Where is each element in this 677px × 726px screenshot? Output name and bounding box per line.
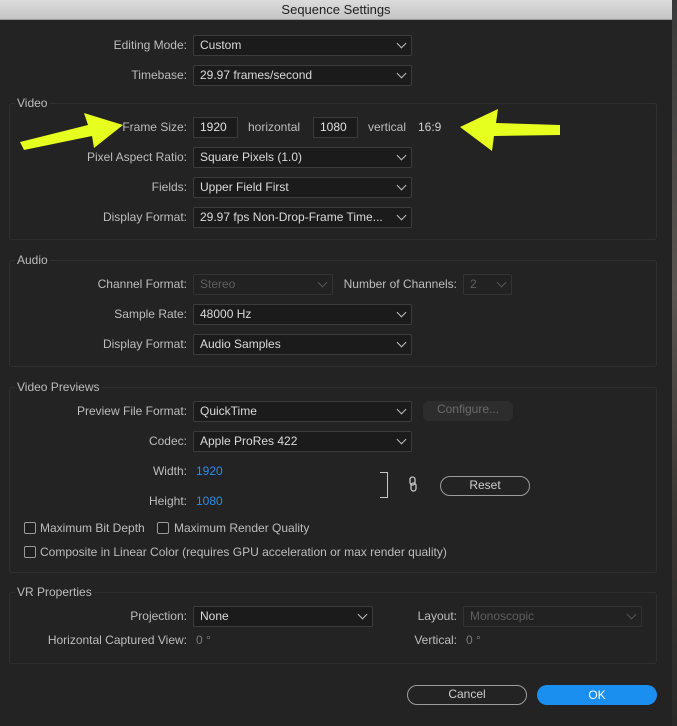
pixel-aspect-ratio-dropdown[interactable]: Square Pixels (1.0) xyxy=(193,147,412,168)
sample-rate-value: 48000 Hz xyxy=(200,307,252,321)
timebase-label: Timebase: xyxy=(131,68,187,82)
timebase-value: 29.97 frames/second xyxy=(200,68,313,82)
projection-label: Projection: xyxy=(130,609,187,623)
chevron-down-icon xyxy=(317,277,328,288)
projection-value: None xyxy=(200,609,229,623)
codec-dropdown[interactable]: Apple ProRes 422 xyxy=(193,431,412,452)
vr-properties-group xyxy=(9,592,657,664)
window-title: Sequence Settings xyxy=(0,0,672,20)
channel-format-dropdown[interactable]: Stereo xyxy=(193,274,333,295)
audio-display-format-label: Display Format: xyxy=(102,337,187,351)
chevron-down-icon xyxy=(396,210,407,221)
horizontal-label: horizontal xyxy=(248,120,301,134)
chevron-down-icon xyxy=(396,38,407,49)
channel-format-label: Channel Format: xyxy=(97,277,187,291)
preview-file-format-value: QuickTime xyxy=(200,404,257,418)
pixel-aspect-ratio-value: Square Pixels (1.0) xyxy=(200,150,303,164)
horizontal-captured-view-value: 0 ° xyxy=(196,633,211,647)
audio-display-format-value: Audio Samples xyxy=(200,337,281,351)
left-arrow-annotation xyxy=(20,113,123,150)
chevron-down-icon xyxy=(396,337,407,348)
max-render-quality-label: Maximum Render Quality xyxy=(174,521,310,535)
vertical-label: vertical xyxy=(368,120,407,134)
horizontal-captured-view-label: Horizontal Captured View: xyxy=(47,633,187,647)
editing-mode-label: Editing Mode: xyxy=(113,38,187,52)
preview-width-label: Width: xyxy=(152,464,187,478)
video-display-format-dropdown[interactable]: 29.97 fps Non-Drop-Frame Time... xyxy=(193,207,412,228)
timebase-dropdown[interactable]: 29.97 frames/second xyxy=(193,65,412,86)
right-arrow-annotation xyxy=(460,109,560,151)
chain-link-icon[interactable] xyxy=(407,476,419,492)
preview-width-value[interactable]: 1920 xyxy=(196,464,223,478)
codec-label: Codec: xyxy=(148,434,187,448)
aspect-ratio-text: 16:9 xyxy=(418,120,442,134)
vertical-view-value: 0 ° xyxy=(466,633,481,647)
video-previews-group-title: Video Previews xyxy=(15,380,102,394)
codec-value: Apple ProRes 422 xyxy=(200,434,298,448)
chevron-down-icon xyxy=(396,180,407,191)
projection-dropdown[interactable]: None xyxy=(193,606,373,627)
chevron-down-icon xyxy=(496,277,507,288)
chevron-down-icon xyxy=(396,68,407,79)
audio-display-format-dropdown[interactable]: Audio Samples xyxy=(193,334,412,355)
preview-height-value[interactable]: 1080 xyxy=(196,494,223,508)
frame-height-input[interactable]: 1080 xyxy=(313,117,358,138)
sample-rate-label: Sample Rate: xyxy=(114,307,187,321)
reset-button[interactable]: Reset xyxy=(440,476,530,496)
ok-button[interactable]: OK xyxy=(537,685,657,705)
linear-color-label: Composite in Linear Color (requires GPU … xyxy=(40,545,447,559)
max-bit-depth-label: Maximum Bit Depth xyxy=(40,521,145,535)
layout-label: Layout: xyxy=(417,609,457,623)
max-render-quality-checkbox[interactable] xyxy=(157,522,169,534)
chevron-down-icon xyxy=(396,307,407,318)
channel-format-value: Stereo xyxy=(200,277,236,291)
pixel-aspect-ratio-label: Pixel Aspect Ratio: xyxy=(86,150,187,164)
audio-group-title: Audio xyxy=(15,253,50,267)
fields-dropdown[interactable]: Upper Field First xyxy=(193,177,412,198)
cancel-button[interactable]: Cancel xyxy=(407,685,527,705)
fields-label: Fields: xyxy=(151,180,187,194)
sample-rate-dropdown[interactable]: 48000 Hz xyxy=(193,304,412,325)
preview-file-format-dropdown[interactable]: QuickTime xyxy=(193,401,412,422)
layout-value: Monoscopic xyxy=(470,609,535,623)
configure-button[interactable]: Configure... xyxy=(423,401,513,421)
video-display-format-value: 29.97 fps Non-Drop-Frame Time... xyxy=(200,210,383,224)
number-of-channels-dropdown[interactable]: 2 xyxy=(463,274,512,295)
chevron-down-icon xyxy=(396,404,407,415)
number-of-channels-label: Number of Channels: xyxy=(343,277,457,291)
chevron-down-icon xyxy=(626,609,637,620)
vr-properties-group-title: VR Properties xyxy=(15,585,94,599)
max-bit-depth-checkbox[interactable] xyxy=(24,522,36,534)
chevron-down-icon xyxy=(357,609,368,620)
linear-color-checkbox[interactable] xyxy=(24,546,36,558)
chevron-down-icon xyxy=(396,434,407,445)
preview-height-label: Height: xyxy=(148,494,187,508)
frame-width-input[interactable]: 1920 xyxy=(193,117,238,138)
video-display-format-label: Display Format: xyxy=(102,210,187,224)
vertical-view-label: Vertical: xyxy=(414,633,457,647)
fields-value: Upper Field First xyxy=(200,180,289,194)
number-of-channels-value: 2 xyxy=(470,277,477,291)
background-window-edge xyxy=(672,0,677,726)
sequence-settings-dialog: Sequence Settings Editing Mode: Custom T… xyxy=(0,0,672,726)
link-bracket xyxy=(380,472,388,498)
layout-dropdown[interactable]: Monoscopic xyxy=(463,606,642,627)
editing-mode-value: Custom xyxy=(200,38,242,52)
preview-file-format-label: Preview File Format: xyxy=(76,404,187,418)
editing-mode-dropdown[interactable]: Custom xyxy=(193,35,412,56)
chevron-down-icon xyxy=(396,150,407,161)
